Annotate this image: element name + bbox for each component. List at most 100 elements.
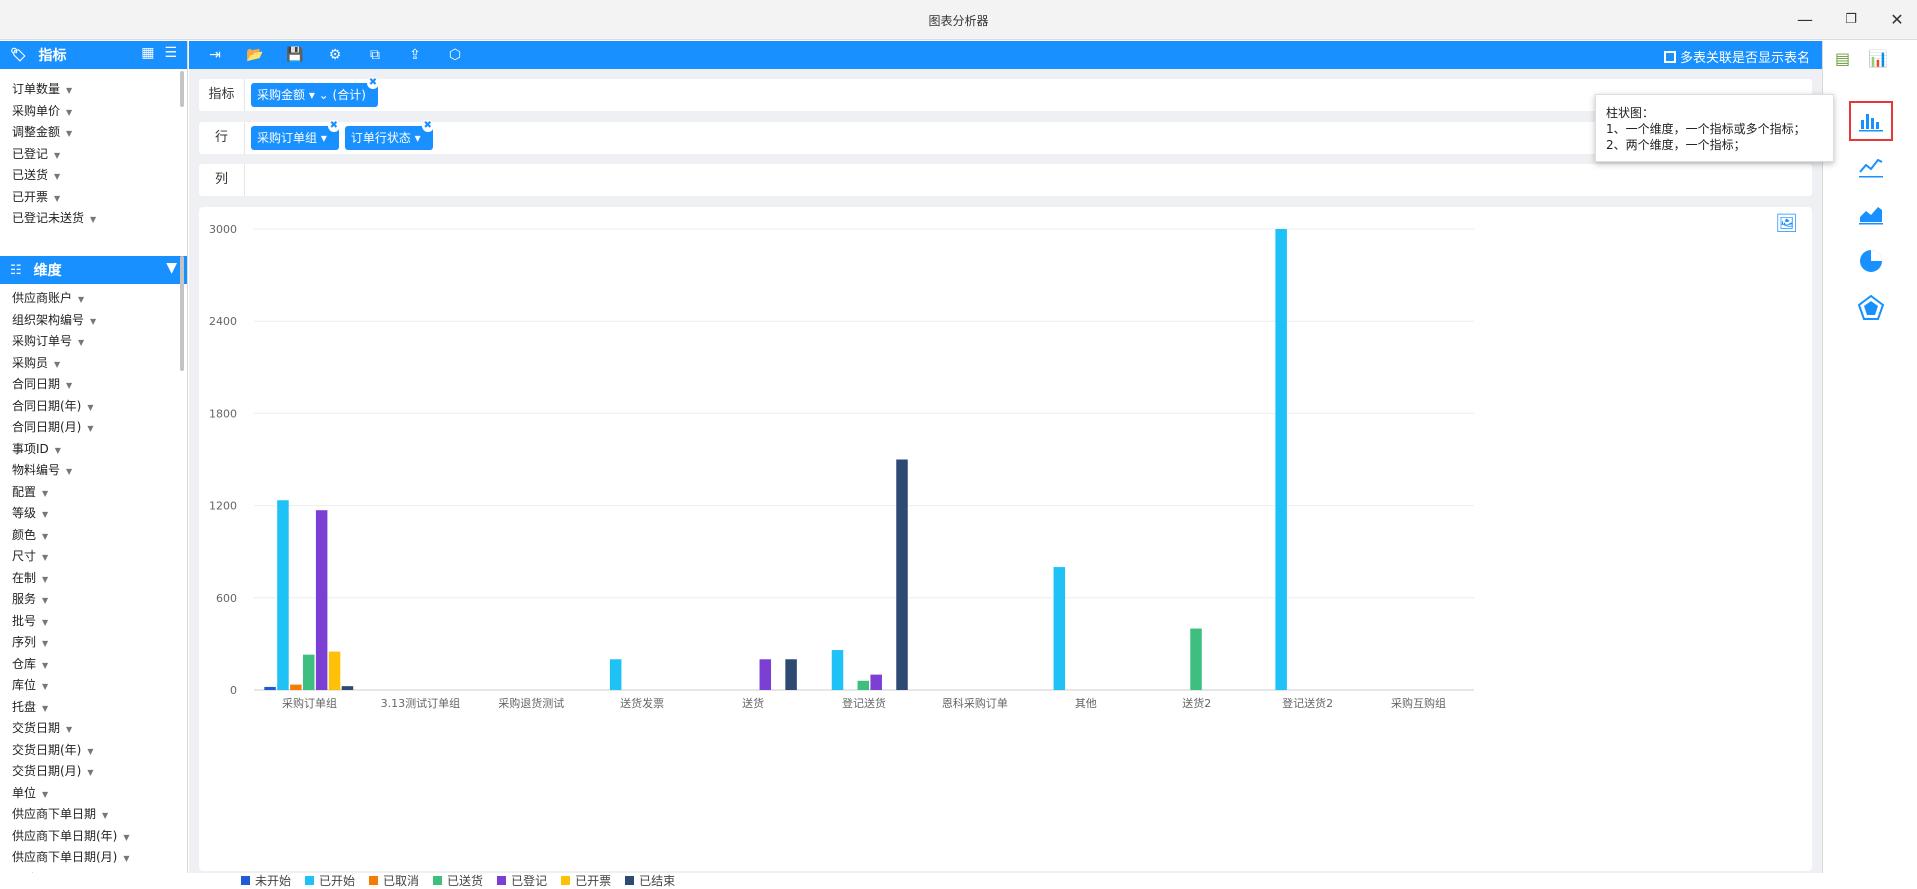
caret-down-icon[interactable]: ▼	[42, 510, 48, 519]
caret-down-icon[interactable]: ▼	[42, 661, 48, 670]
bar[interactable]	[1190, 628, 1202, 690]
dimension-field[interactable]: 配置 ▼	[12, 482, 187, 504]
dimension-field[interactable]: 采购员 ▼	[12, 353, 187, 375]
legend-item[interactable]: 已送货	[433, 872, 483, 889]
caret-down-icon[interactable]: ▼	[42, 618, 48, 627]
bar[interactable]	[341, 686, 354, 690]
multi-table-toggle[interactable]: 多表关联是否显示表名	[1663, 47, 1810, 66]
dimension-field[interactable]: 组织架构编号 ▼	[12, 310, 187, 332]
bar[interactable]	[328, 651, 341, 690]
dimension-field[interactable]: 物料编号 ▼	[12, 460, 187, 482]
dimension-field[interactable]: 服务 ▼	[12, 589, 187, 611]
list-view-icon[interactable]: ☰	[164, 45, 177, 61]
bar-chart-type-button[interactable]	[1849, 101, 1893, 141]
multi-table-checkbox[interactable]	[1663, 50, 1676, 63]
metric-field[interactable]: 已登记 ▼	[12, 144, 187, 166]
caret-down-icon[interactable]: ▼	[42, 532, 48, 541]
caret-down-icon[interactable]: ▼	[123, 833, 129, 842]
caret-down-icon[interactable]: ▼	[87, 424, 93, 433]
pie-chart-type-button[interactable]	[1849, 241, 1893, 281]
legend-item[interactable]: 已开票	[561, 872, 611, 889]
shelf-pill[interactable]: 采购订单组 ▾ ✖	[251, 120, 340, 150]
metric-field[interactable]: 已登记未送货 ▼	[12, 208, 187, 230]
chart-view-icon[interactable]: 📊	[1868, 49, 1888, 81]
dimension-field[interactable]: 单位 ▼	[12, 783, 187, 805]
bar[interactable]	[831, 650, 844, 690]
close-button[interactable]: ✕	[1882, 8, 1912, 32]
metrics-scrollbar[interactable]	[180, 71, 184, 107]
caret-down-icon[interactable]: ▼	[42, 790, 48, 799]
dimension-field[interactable]: 托盘 ▼	[12, 697, 187, 719]
bar[interactable]	[290, 684, 302, 690]
dimension-field[interactable]: 尺寸 ▼	[12, 546, 187, 568]
dimension-field[interactable]: 批号 ▼	[12, 611, 187, 633]
shelf-pill[interactable]: 采购金额 ▾ ⌄ (合计) ✖	[251, 77, 379, 107]
upload-icon[interactable]: ⇪	[405, 47, 425, 63]
indent-icon[interactable]: ⇥	[205, 47, 225, 63]
dimension-field[interactable]: 合同日期(年) ▼	[12, 396, 187, 418]
caret-down-icon[interactable]: ▼	[90, 215, 96, 224]
dimension-field[interactable]: 库位 ▼	[12, 675, 187, 697]
caret-down-icon[interactable]: ▼	[78, 295, 84, 304]
caret-down-icon[interactable]: ▼	[42, 704, 48, 713]
dimension-field[interactable]: 供应商下单日期(月) ▼	[12, 847, 187, 869]
caret-down-icon[interactable]: ▼	[66, 86, 72, 95]
metric-shelf[interactable]: 指标 采购金额 ▾ ⌄ (合计) ✖	[199, 77, 1812, 111]
metric-field[interactable]: 已送货 ▼	[12, 165, 187, 187]
bar[interactable]	[857, 680, 870, 690]
metric-field[interactable]: 订单数量 ▼	[12, 79, 187, 101]
remove-pill-icon[interactable]: ✖	[366, 77, 379, 89]
dimension-field[interactable]: 交货日期(年) ▼	[12, 740, 187, 762]
legend-item[interactable]: 已取消	[369, 872, 419, 889]
dimension-field[interactable]: 采购订单号 ▼	[12, 331, 187, 353]
dimension-field[interactable]: 交货日期 ▼	[12, 718, 187, 740]
dimension-field[interactable]: 合同日期(月) ▼	[12, 417, 187, 439]
dimension-field[interactable]: 币种▼	[12, 869, 187, 874]
legend-item[interactable]: 已登记	[497, 872, 547, 889]
restore-button[interactable]: ❐	[1836, 8, 1866, 32]
metric-field[interactable]: 已开票 ▼	[12, 187, 187, 209]
legend-item[interactable]: 未开始	[241, 872, 291, 889]
caret-down-icon[interactable]: ▼	[54, 151, 60, 160]
caret-down-icon[interactable]: ▼	[42, 682, 48, 691]
export-image-icon[interactable]: 🖼	[1775, 213, 1798, 234]
bar[interactable]	[1053, 567, 1066, 690]
gear-icon[interactable]: ⚙	[325, 47, 345, 63]
bar[interactable]	[870, 674, 882, 690]
remove-pill-icon[interactable]: ✖	[327, 120, 340, 132]
legend-item[interactable]: 已开始	[305, 872, 355, 889]
caret-down-icon[interactable]: ▼	[66, 725, 72, 734]
dimension-field[interactable]: 供应商下单日期 ▼	[12, 804, 187, 826]
bar[interactable]	[315, 510, 328, 690]
bar[interactable]	[785, 659, 797, 690]
bar[interactable]	[277, 500, 289, 690]
filter-icon[interactable]: ▼	[166, 260, 177, 276]
remove-pill-icon[interactable]: ✖	[421, 120, 434, 132]
radar-chart-type-button[interactable]	[1849, 288, 1893, 328]
caret-down-icon[interactable]: ▼	[78, 338, 84, 347]
caret-down-icon[interactable]: ▼	[90, 317, 96, 326]
bar[interactable]	[264, 686, 276, 690]
dimension-field[interactable]: 合同日期 ▼	[12, 374, 187, 396]
shelf-pill[interactable]: 订单行状态 ▾ ✖	[344, 120, 434, 150]
caret-down-icon[interactable]: ▼	[66, 108, 72, 117]
dimension-field[interactable]: 仓库 ▼	[12, 654, 187, 676]
bar[interactable]	[1275, 229, 1287, 690]
dimension-field[interactable]: 供应商账户 ▼	[12, 288, 187, 310]
line-chart-type-button[interactable]	[1849, 147, 1893, 187]
dimension-field[interactable]: 事项ID ▼	[12, 439, 187, 461]
metric-field[interactable]: 采购单价 ▼	[12, 101, 187, 123]
caret-down-icon[interactable]: ▼	[66, 129, 72, 138]
bar[interactable]	[759, 659, 772, 690]
caret-down-icon[interactable]: ▼	[87, 768, 93, 777]
bar[interactable]	[609, 659, 622, 690]
caret-down-icon[interactable]: ▼	[66, 381, 72, 390]
dimension-field[interactable]: 供应商下单日期(年) ▼	[12, 826, 187, 848]
metric-field[interactable]: 调整金额 ▼	[12, 122, 187, 144]
minimize-button[interactable]: —	[1790, 8, 1820, 32]
table-view-icon[interactable]: ▤	[1835, 49, 1850, 81]
caret-down-icon[interactable]: ▼	[102, 811, 108, 820]
cube-icon[interactable]: ⬡	[445, 47, 465, 63]
open-folder-icon[interactable]: 📂	[245, 47, 265, 63]
bar[interactable]	[896, 459, 908, 691]
